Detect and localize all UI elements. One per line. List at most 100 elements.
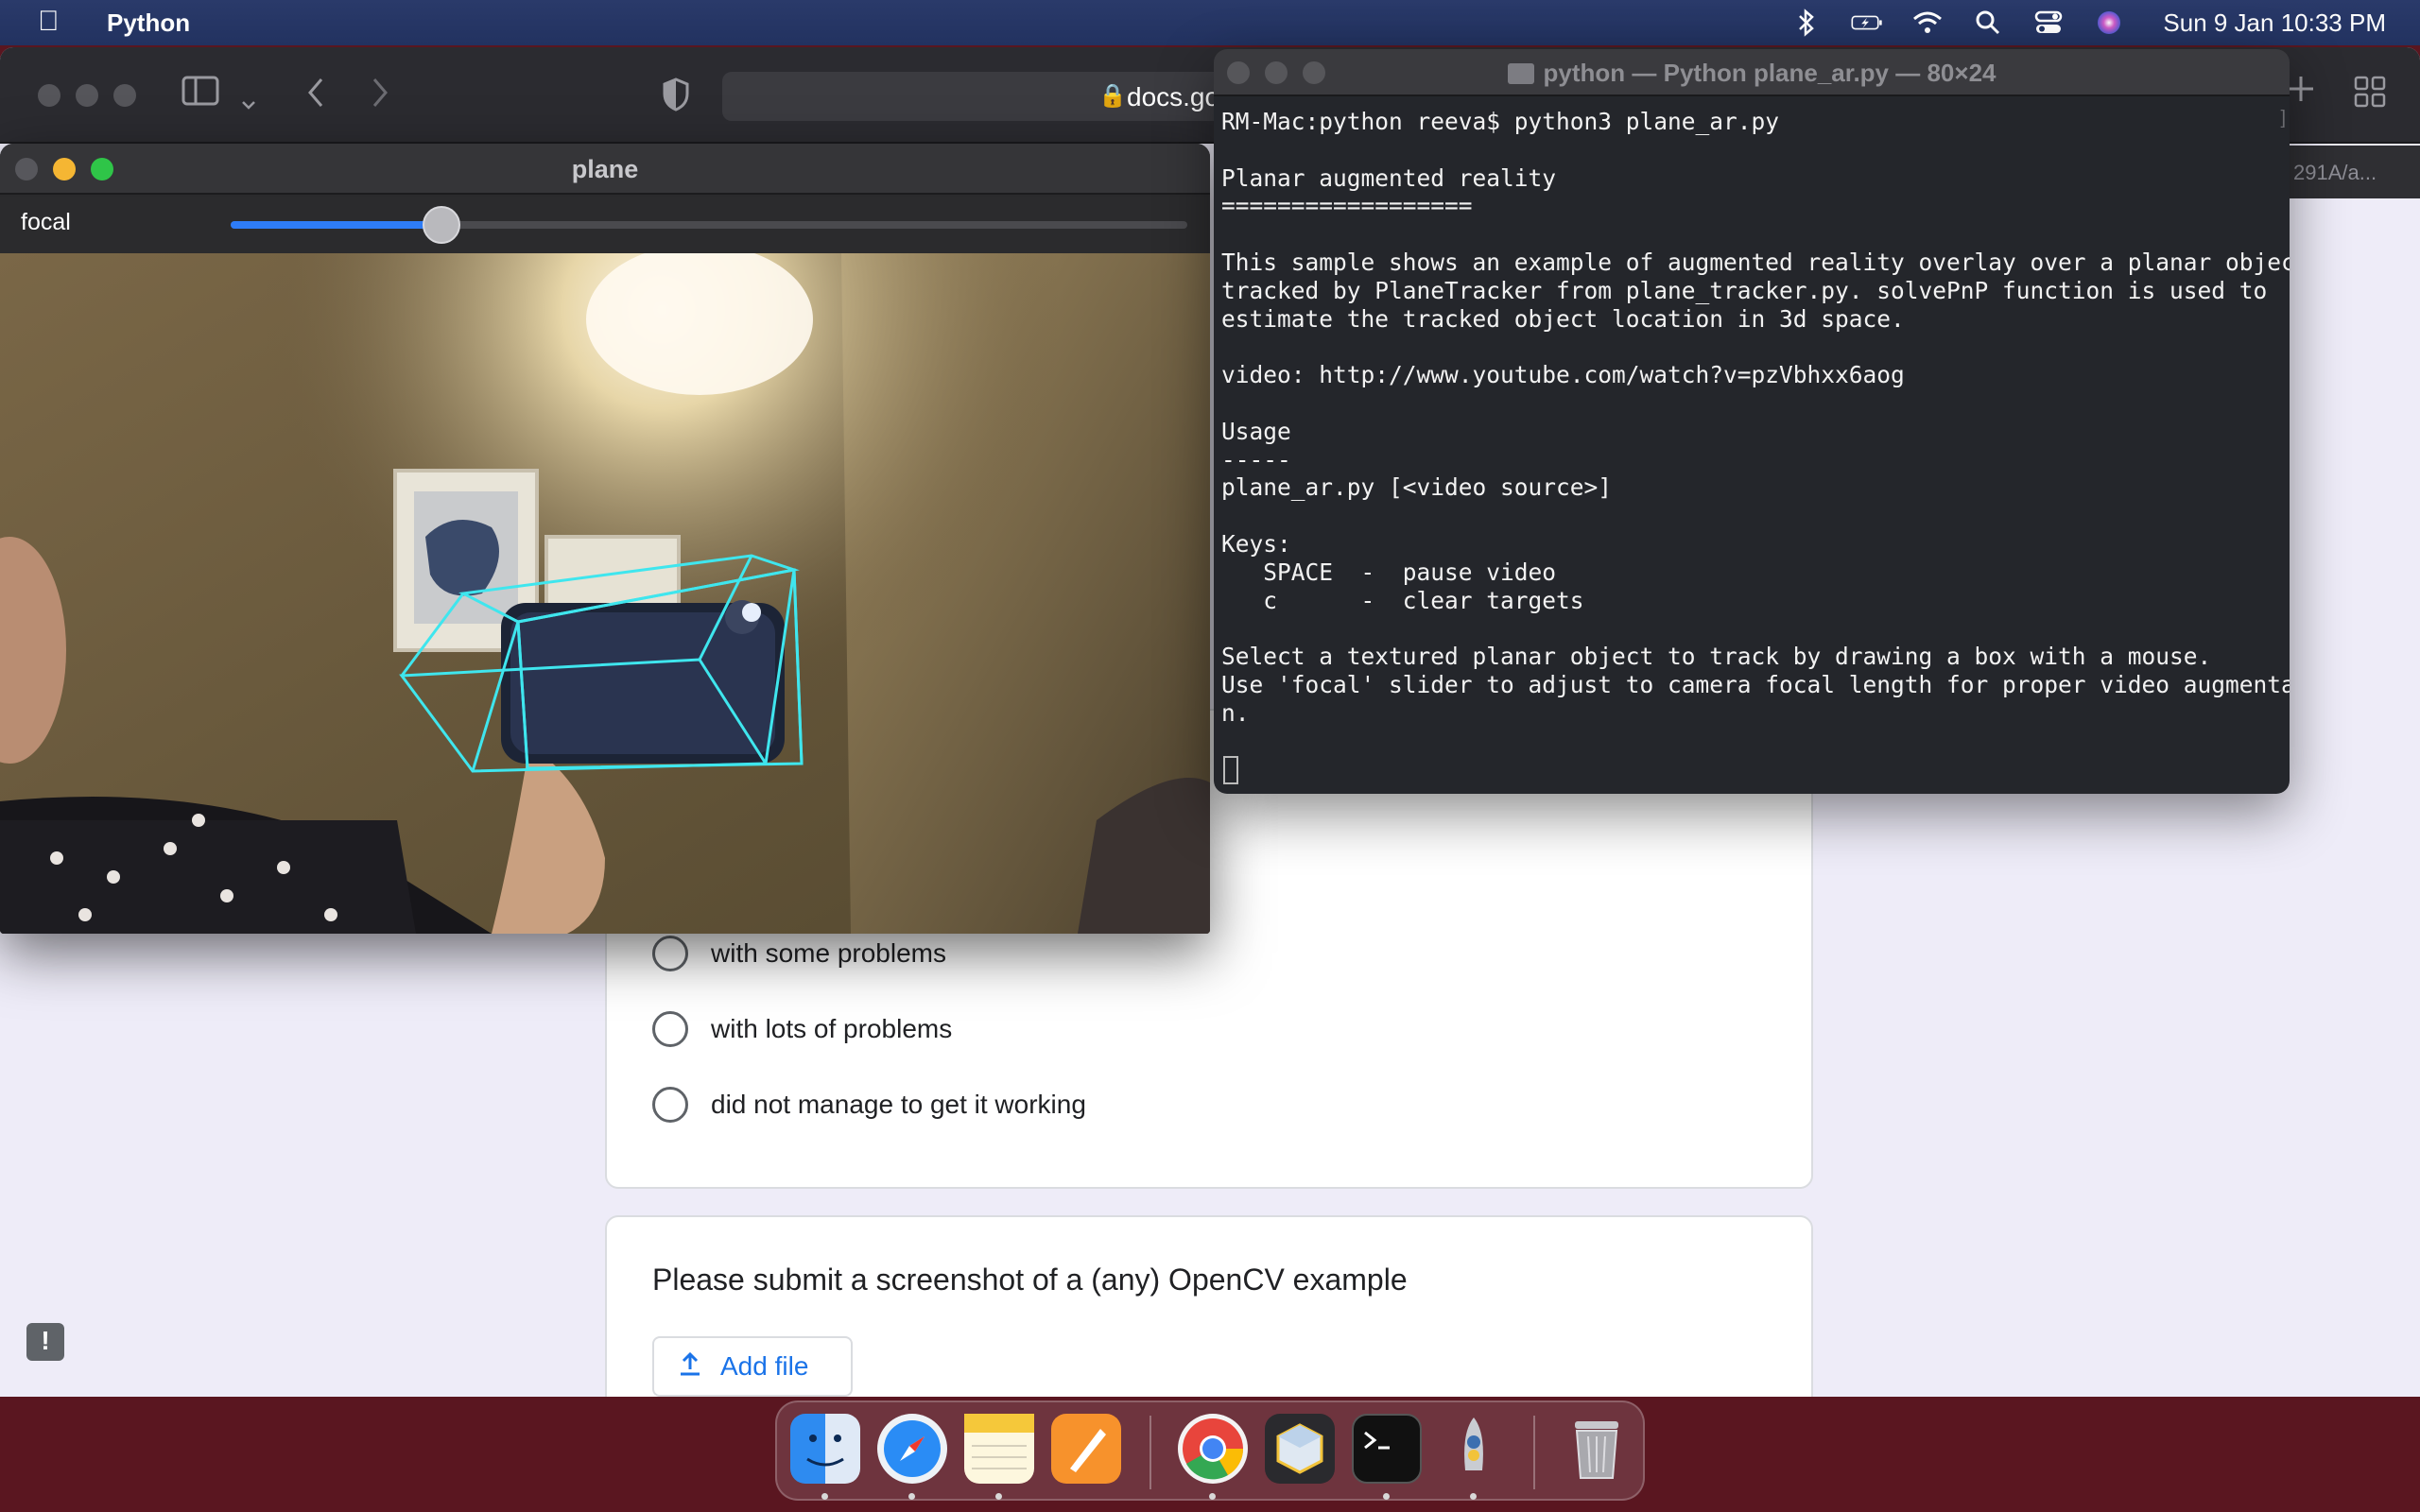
spotlight-search-icon[interactable] [1972,9,2004,37]
new-tab-plus-icon[interactable] [2286,74,2316,112]
address-bar[interactable]: 🔒 docs.go [722,72,1289,121]
minimize-window-button[interactable] [1265,61,1288,84]
pages-icon[interactable] [1051,1414,1121,1484]
safari-icon[interactable] [877,1414,947,1484]
terminal-cursor [1223,756,1238,784]
focal-slider-knob[interactable] [422,206,460,244]
terminal-titlebar[interactable]: python — Python plane_ar.py — 80×24 [1214,49,2290,96]
terminal-line: RM-Mac:python reeva$ python3 plane_ar.py [1221,108,1780,135]
radio-option[interactable]: with lots of problems [652,1011,952,1047]
plane-window: plane focal [0,144,1210,934]
zoom-window-button[interactable] [91,158,113,180]
close-window-button[interactable] [15,158,38,180]
menu-bar-clock[interactable]: Sun 9 Jan 10:33 PM [2163,9,2386,38]
finder-icon[interactable] [790,1414,860,1484]
feedback-report-icon[interactable]: ! [26,1323,64,1361]
terminal-line: ================== [1221,192,1473,220]
chevron-down-icon[interactable] [240,83,257,120]
terminal-output[interactable]: RM-Mac:python reeva$ python3 plane_ar.py… [1221,108,2290,728]
bluetooth-icon[interactable] [1790,9,1823,37]
zoom-window-button[interactable] [113,84,136,107]
dock [775,1400,1645,1501]
folder-icon [1507,63,1534,84]
address-bar-url: docs.go [1127,82,1220,112]
tab-overview-icon[interactable] [2354,76,2386,116]
add-file-button[interactable]: Add file [652,1336,853,1397]
terminal-title: python — Python plane_ar.py — 80×24 [1543,59,1996,87]
radio-option[interactable]: with some problems [652,936,946,971]
question-title: Please submit a screenshot of a (any) Op… [652,1263,1408,1297]
terminal-line: n. [1221,698,1250,727]
focal-slider-track[interactable] [231,206,1187,244]
forward-arrow-icon[interactable] [369,76,391,118]
dock-separator [1150,1416,1151,1489]
terminal-line: Select a textured planar object to track… [1221,643,2212,671]
running-indicator [995,1493,1002,1500]
running-indicator [1383,1493,1390,1500]
siri-icon[interactable] [2093,9,2125,37]
camera-video-feed[interactable] [0,244,1210,934]
privacy-shield-icon[interactable] [662,77,690,120]
radio-option-label[interactable]: did not manage to get it working [711,1090,1086,1120]
minimize-window-button[interactable] [53,158,76,180]
terminal-line: Usage [1221,417,1291,445]
focal-slider-label: focal [21,209,71,235]
terminal-line: Planar augmented reality [1221,163,1557,192]
plane-window-title: plane [571,155,639,183]
radio-option[interactable]: did not manage to get it working [652,1087,1086,1123]
terminal-line: SPACE - pause video [1221,558,1557,586]
wifi-icon[interactable] [1911,9,1944,37]
back-arrow-icon[interactable] [304,76,327,118]
terminal-line: c - clear targets [1221,586,1584,614]
running-indicator [908,1493,915,1500]
terminal-line: plane_ar.py [<video source>] [1221,473,1613,502]
notes-icon[interactable] [964,1414,1034,1484]
zoom-window-button[interactable] [1303,61,1325,84]
dock-separator [1533,1416,1535,1489]
radio-option-label[interactable]: with some problems [711,938,946,969]
scroll-indicator-icon: ] [2280,108,2286,129]
add-file-label: Add file [720,1351,809,1381]
running-indicator [1470,1493,1477,1500]
chrome-icon[interactable] [1178,1414,1248,1484]
trash-icon[interactable] [1562,1414,1632,1484]
lock-icon: 🔒 [1098,83,1127,109]
radio-button[interactable] [652,1011,688,1047]
sidebar-toggle-icon[interactable] [182,76,219,114]
terminal-line: ----- [1221,445,1291,473]
battery-charging-icon[interactable] [1851,9,1883,37]
minimize-window-button[interactable] [76,84,98,107]
close-window-button[interactable] [38,84,60,107]
terminal-line: tracked by PlaneTracker from plane_track… [1221,276,2268,304]
running-indicator [821,1493,828,1500]
terminal-line: Keys: [1221,529,1291,558]
browser-tab-strip: 291A/a... [2269,146,2420,198]
apple-logo-icon[interactable]:  [38,6,60,38]
radio-button[interactable] [652,1087,688,1123]
plane-window-titlebar[interactable]: plane [0,144,1210,195]
python-launcher-icon[interactable] [1439,1414,1509,1484]
radio-button[interactable] [652,936,688,971]
radio-option-label[interactable]: with lots of problems [711,1014,952,1044]
terminal-icon[interactable] [1352,1414,1422,1484]
terminal-window: python — Python plane_ar.py — 80×24 RM-M… [1214,49,2290,794]
close-window-button[interactable] [1227,61,1250,84]
preview-app-icon[interactable] [1265,1414,1335,1484]
upload-icon [677,1350,703,1383]
active-app-name[interactable]: Python [107,9,190,38]
browser-tab-title[interactable]: 291A/a... [2293,161,2377,185]
menu-bar:  Python Sun 9 Jan 10:33 PM [0,0,2420,45]
running-indicator [1209,1493,1216,1500]
focal-slider-fill [231,221,441,229]
terminal-line: Use 'focal' slider to adjust to camera f… [1221,670,2290,698]
control-center-icon[interactable] [2032,9,2065,37]
terminal-line: video: http://www.youtube.com/watch?v=pz… [1221,361,1905,389]
camera-frame-image [0,244,1210,934]
focal-slider-bar: focal [0,197,1210,253]
